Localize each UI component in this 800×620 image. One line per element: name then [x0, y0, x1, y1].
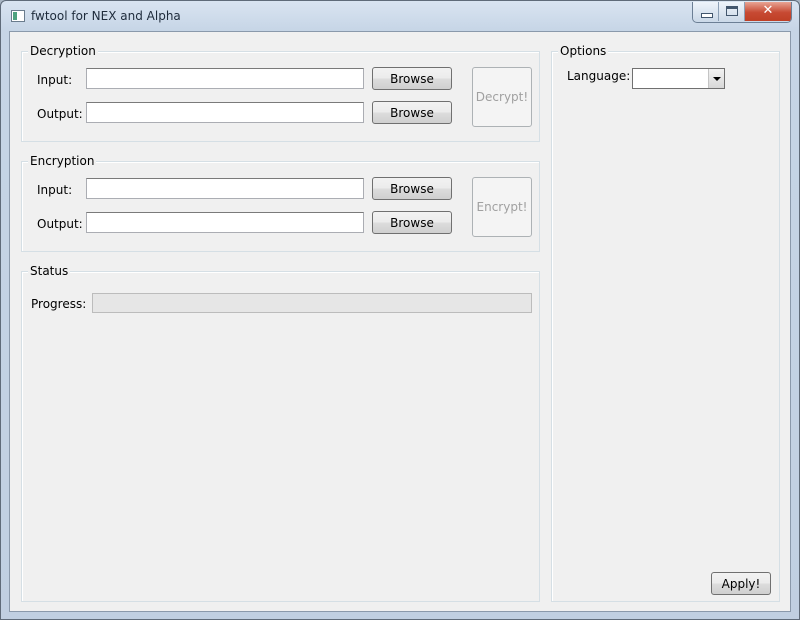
- options-group-title: Options: [558, 44, 609, 58]
- apply-button[interactable]: Apply!: [711, 572, 771, 595]
- decryption-output-label: Output:: [37, 107, 83, 121]
- encryption-group-title: Encryption: [28, 154, 97, 168]
- encryption-group: Encryption Input: Browse Output: Browse …: [21, 154, 540, 252]
- language-select[interactable]: [632, 68, 725, 89]
- decryption-group-title: Decryption: [28, 44, 98, 58]
- app-icon: [11, 10, 25, 22]
- client-area: Decryption Input: Browse Output: Browse …: [9, 31, 791, 612]
- close-icon[interactable]: ✕: [745, 2, 791, 21]
- decryption-input-label: Input:: [37, 73, 73, 87]
- window-title: fwtool for NEX and Alpha: [31, 9, 181, 23]
- title-bar[interactable]: fwtool for NEX and Alpha ✕: [1, 1, 799, 31]
- status-group-title: Status: [28, 264, 71, 278]
- decryption-output-field[interactable]: [86, 102, 364, 123]
- encryption-browse-input-button[interactable]: Browse: [372, 177, 452, 200]
- decryption-group: Decryption Input: Browse Output: Browse …: [21, 44, 540, 142]
- status-group: Status Progress:: [21, 264, 540, 602]
- encryption-output-label: Output:: [37, 217, 83, 231]
- encryption-input-field[interactable]: [86, 178, 364, 199]
- encryption-browse-output-button[interactable]: Browse: [372, 211, 452, 234]
- decrypt-button[interactable]: Decrypt!: [472, 67, 532, 127]
- maximize-icon[interactable]: [719, 2, 745, 21]
- language-label: Language:: [567, 69, 631, 83]
- app-window: fwtool for NEX and Alpha ✕ Decryption In…: [0, 0, 800, 620]
- encrypt-button[interactable]: Encrypt!: [472, 177, 532, 237]
- window-controls: ✕: [692, 2, 792, 23]
- encryption-input-label: Input:: [37, 183, 73, 197]
- chevron-down-icon[interactable]: [708, 69, 724, 88]
- options-group: Options Language: Apply!: [551, 44, 780, 602]
- decryption-input-field[interactable]: [86, 68, 364, 89]
- encryption-output-field[interactable]: [86, 212, 364, 233]
- decryption-browse-input-button[interactable]: Browse: [372, 67, 452, 90]
- progress-label: Progress:: [31, 297, 87, 311]
- decryption-browse-output-button[interactable]: Browse: [372, 101, 452, 124]
- minimize-icon[interactable]: [693, 2, 719, 21]
- progress-bar: [92, 293, 532, 313]
